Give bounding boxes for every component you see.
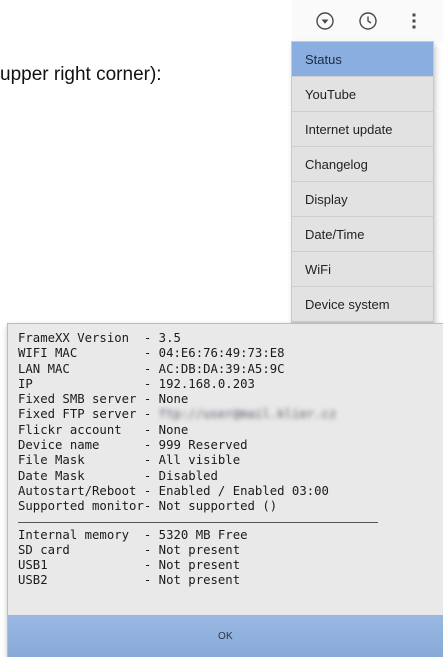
info-row: Fixed FTP server - ftp://user@mail.klier… xyxy=(18,407,378,422)
info-value: Not present xyxy=(158,558,241,573)
divider xyxy=(18,521,378,523)
info-value: None xyxy=(158,392,189,407)
info-separator: - xyxy=(143,438,159,453)
info-row: WIFI MAC - 04:E6:76:49:73:E8 xyxy=(18,346,378,361)
more-vert-icon[interactable] xyxy=(403,10,425,32)
info-value: 5320 MB Free xyxy=(158,527,248,542)
info-key: Fixed SMB server xyxy=(18,392,144,407)
info-row: LAN MAC - AC:DB:DA:39:A5:9C xyxy=(18,362,378,377)
info-key: Date Mask xyxy=(18,468,144,483)
info-separator: - xyxy=(143,346,159,361)
info-value: Enabled / Enabled 03:00 xyxy=(158,483,329,498)
action-bar xyxy=(292,0,443,42)
info-separator: - xyxy=(143,499,159,514)
ok-button[interactable]: OK xyxy=(8,615,443,657)
info-key: File Mask xyxy=(18,453,144,468)
info-row: Flickr account - None xyxy=(18,423,378,438)
filter-circle-icon[interactable] xyxy=(314,10,336,32)
info-row: Date Mask - Disabled xyxy=(18,469,378,484)
menu-item-youtube[interactable]: YouTube xyxy=(292,77,433,112)
info-key: Supported monitor xyxy=(18,499,144,514)
info-value: Not supported () xyxy=(158,499,278,514)
info-value: 999 Reserved xyxy=(158,438,248,453)
menu-item-internet-update[interactable]: Internet update xyxy=(292,112,433,147)
info-key: LAN MAC xyxy=(18,361,144,376)
menu-item-display[interactable]: Display xyxy=(292,182,433,217)
info-key: SD card xyxy=(18,542,144,557)
info-row: SD card - Not present xyxy=(18,543,378,558)
info-value: Disabled xyxy=(158,468,218,483)
info-separator: - xyxy=(143,407,159,422)
info-key: FrameXX Version xyxy=(18,331,144,345)
info-value: 04:E6:76:49:73:E8 xyxy=(158,346,285,361)
menu-item-device-system[interactable]: Device system xyxy=(292,287,433,322)
info-key: Device name xyxy=(18,438,144,453)
info-separator: - xyxy=(143,361,159,376)
info-key: Internal memory xyxy=(18,527,144,542)
info-row: USB1 - Not present xyxy=(18,558,378,573)
info-separator: - xyxy=(143,527,159,542)
status-info-list: FrameXX Version - 3.5 WIFI MAC - 04:E6:76… xyxy=(18,331,378,589)
clock-icon[interactable] xyxy=(357,10,379,32)
info-row: USB2 - Not present xyxy=(18,573,378,588)
info-row: FrameXX Version - 3.5 xyxy=(18,331,378,346)
info-value: 3.5 xyxy=(158,331,181,345)
info-row: Supported monitor- Not supported () xyxy=(18,499,378,514)
info-separator: - xyxy=(143,542,159,557)
info-key: USB1 xyxy=(18,558,144,573)
info-separator: - xyxy=(143,392,159,407)
info-separator: - xyxy=(143,573,159,588)
info-separator: - xyxy=(143,483,159,498)
info-value: AC:DB:DA:39:A5:9C xyxy=(158,361,285,376)
info-row: Device name - 999 Reserved xyxy=(18,438,378,453)
info-row: File Mask - All visible xyxy=(18,453,378,468)
info-separator: - xyxy=(143,468,159,483)
info-value: All visible xyxy=(158,453,241,468)
info-value: 192.168.0.203 xyxy=(158,376,255,391)
info-value: Not present xyxy=(158,542,241,557)
info-value: Not present xyxy=(158,573,241,588)
info-value-redacted: ftp://user@mail.klier.cz xyxy=(158,407,337,422)
info-value: None xyxy=(158,422,189,437)
info-key: Autostart/Reboot xyxy=(18,483,144,498)
info-row: IP - 192.168.0.203 xyxy=(18,377,378,392)
info-key: Fixed FTP server xyxy=(18,407,144,422)
menu-item-wifi[interactable]: WiFi xyxy=(292,252,433,287)
info-separator: - xyxy=(143,331,159,345)
menu-item-date-time[interactable]: Date/Time xyxy=(292,217,433,252)
info-separator: - xyxy=(143,422,159,437)
info-key: Flickr account xyxy=(18,422,144,437)
info-separator: - xyxy=(143,453,159,468)
status-dialog: FrameXX Version - 3.5 WIFI MAC - 04:E6:76… xyxy=(8,324,443,657)
menu-item-status[interactable]: Status xyxy=(292,42,433,77)
document-text: upper right corner): xyxy=(0,64,162,85)
info-key: WIFI MAC xyxy=(18,346,144,361)
info-separator: - xyxy=(143,376,159,391)
info-separator: - xyxy=(143,558,159,573)
info-row: Internal memory - 5320 MB Free xyxy=(18,528,378,543)
info-row: Autostart/Reboot - Enabled / Enabled 03:… xyxy=(18,484,378,499)
overflow-menu: Status YouTube Internet update Changelog… xyxy=(292,42,433,322)
info-key: IP xyxy=(18,376,144,391)
menu-item-changelog[interactable]: Changelog xyxy=(292,147,433,182)
info-key: USB2 xyxy=(18,573,144,588)
info-row: Fixed SMB server - None xyxy=(18,392,378,407)
